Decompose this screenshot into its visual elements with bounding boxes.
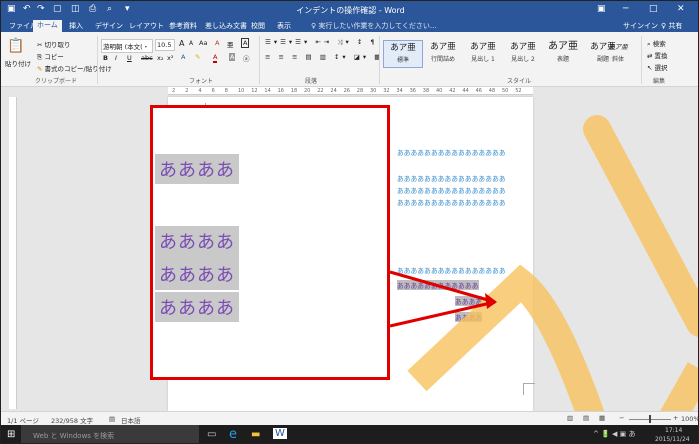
clock-time[interactable]: 17:14 [665,427,682,434]
print-layout-icon[interactable]: ▤ [583,414,589,422]
task-view-icon[interactable]: ▭ [207,429,216,440]
highlighter-stroke [583,115,698,337]
web-layout-icon[interactable]: ▦ [599,414,605,422]
windows-taskbar: ⊞ Web と Windows を検索 ▭ e ▬ W ^ 🔋 ◀ ▣ あ 17… [1,425,698,443]
zoom-level[interactable]: 100% [681,415,698,423]
word-count[interactable]: 232/958 文字 [51,415,93,425]
windows-start-icon[interactable]: ⊞ [7,429,15,440]
zoomed-text-line: ああああ [159,265,235,286]
page-count[interactable]: 1/1 ページ [7,415,39,425]
read-mode-icon[interactable]: ▥ [567,414,573,422]
taskbar-search-text: Web と Windows を検索 [33,432,115,440]
zoom-out-button[interactable]: − [619,414,624,422]
word-taskbar-icon[interactable]: W [273,428,287,439]
edge-icon[interactable]: e [229,427,237,442]
zoom-callout-box: ああああ ああああ ああああ ああああ [150,105,390,380]
language-label[interactable]: 日本語 [121,415,141,425]
proofing-icon[interactable]: ▤ [109,415,115,423]
zoomed-text-line: ああああ [155,292,239,322]
zoomed-text-line: ああああ [155,154,239,184]
system-tray-icons[interactable]: ^ 🔋 ◀ ▣ あ [593,429,635,439]
zoom-in-button[interactable]: + [673,414,678,422]
clock-date[interactable]: 2015/11/24 [655,436,690,443]
zoom-slider-thumb[interactable] [649,415,651,423]
taskbar-search-box[interactable]: Web と Windows を検索 [21,425,199,443]
status-bar: 1/1 ページ 232/958 文字 ▤ 日本語 ▥ ▤ ▦ − + 100% [1,411,698,425]
file-explorer-icon[interactable]: ▬ [251,429,260,440]
word-window: ▣ ↶ ↷ ▢ ◫ ⎙ ⌕ ▾ インデントの操作確認 - Word ▣ ─ □ … [0,0,699,444]
